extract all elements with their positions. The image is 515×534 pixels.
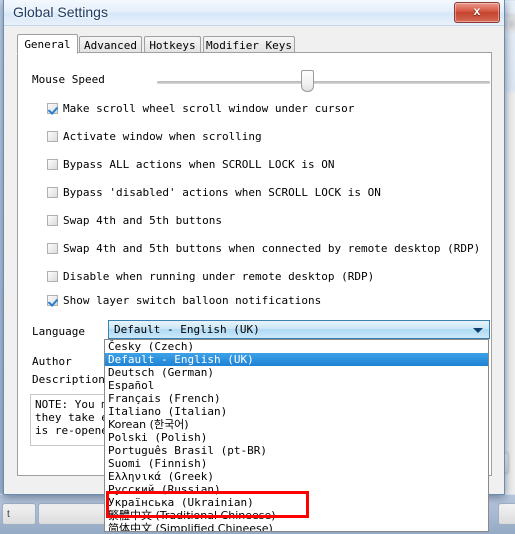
checkbox-label-swap-4th-5th: Swap 4th and 5th buttons (63, 214, 222, 227)
taskbar-item-1[interactable]: t (2, 503, 36, 525)
checkbox-label-swap-4th-5th-rdp: Swap 4th and 5th buttons when connected … (63, 242, 481, 255)
language-combobox-value: Default - English (UK) (114, 323, 260, 336)
tab-advanced[interactable]: Advanced (79, 36, 142, 53)
taskbar-item-3[interactable] (498, 503, 515, 525)
language-option-0[interactable]: Česky (Czech) (105, 340, 488, 353)
language-option-6[interactable]: Korean (한국어) (105, 418, 488, 431)
language-option-4[interactable]: Français (French) (105, 392, 488, 405)
page-title: Global Settings (13, 4, 108, 20)
chevron-down-icon[interactable] (473, 328, 483, 333)
language-option-14[interactable]: 简体中文 (Simplified Chineese) (105, 522, 488, 531)
checkbox-swap-4th-5th-rdp[interactable] (47, 243, 58, 254)
language-option-13[interactable]: 繁體中文 (Traditional Chineese) (105, 509, 488, 522)
mouse-speed-slider-track[interactable] (157, 81, 490, 84)
checkbox-label-activate-window: Activate window when scrolling (63, 130, 262, 143)
checkbox-swap-4th-5th[interactable] (47, 215, 58, 226)
description-label: Description (32, 373, 105, 386)
language-dropdown-list[interactable]: Česky (Czech) Default - English (UK) Deuts… (104, 339, 489, 532)
checkbox-label-bypass-all-actions: Bypass ALL actions when SCROLL LOCK is O… (63, 158, 335, 171)
language-option-1[interactable]: Default - English (UK) (105, 353, 488, 366)
language-option-5[interactable]: Italiano (Italian) (105, 405, 488, 418)
language-option-12[interactable]: Українська (Ukrainian) (105, 496, 488, 509)
checkbox-label-bypass-disabled-actions: Bypass 'disabled' actions when SCROLL LO… (63, 186, 381, 199)
checkbox-activate-window[interactable] (47, 131, 58, 142)
tab-modifier-keys[interactable]: Modifier Keys (203, 36, 295, 53)
title-bar[interactable]: Global Settings x (4, 0, 504, 26)
tab-hotkeys[interactable]: Hotkeys (144, 36, 201, 53)
language-option-3[interactable]: Español (105, 379, 488, 392)
language-option-8[interactable]: Português Brasil (pt-BR) (105, 444, 488, 457)
close-button[interactable]: x (454, 2, 500, 23)
checkbox-label-show-layer-balloon: Show layer switch balloon notifications (63, 294, 322, 307)
language-label: Language (32, 325, 85, 338)
language-option-10[interactable]: Ελληνικά (Greek) (105, 470, 488, 483)
language-option-7[interactable]: Polski (Polish) (105, 431, 488, 444)
checkbox-scroll-wheel-under-cursor[interactable] (47, 103, 58, 114)
tab-general[interactable]: General (17, 34, 78, 54)
author-label: Author (32, 355, 72, 368)
language-option-2[interactable]: Deutsch (German) (105, 366, 488, 379)
tab-strip: General Advanced Hotkeys Modifier Keys (17, 34, 492, 54)
language-option-11[interactable]: Русский (Russian) (105, 483, 488, 496)
mouse-speed-label: Mouse Speed (32, 73, 105, 86)
checkbox-bypass-all-actions[interactable] (47, 159, 58, 170)
close-icon: x (473, 4, 481, 18)
language-option-9[interactable]: Suomi (Finnish) (105, 457, 488, 470)
checkbox-disable-under-rdp[interactable] (47, 271, 58, 282)
checkbox-show-layer-balloon[interactable] (47, 295, 58, 306)
checkbox-label-scroll-wheel-under-cursor: Make scroll wheel scroll window under cu… (63, 102, 355, 115)
mouse-speed-slider-thumb[interactable] (300, 70, 314, 92)
checkbox-bypass-disabled-actions[interactable] (47, 187, 58, 198)
checkbox-label-disable-under-rdp: Disable when running under remote deskto… (63, 270, 375, 283)
screen: Layer Default Layer 1 Layer 2 Layer 3 t … (0, 0, 515, 534)
language-combobox[interactable]: Default - English (UK) (108, 320, 490, 339)
